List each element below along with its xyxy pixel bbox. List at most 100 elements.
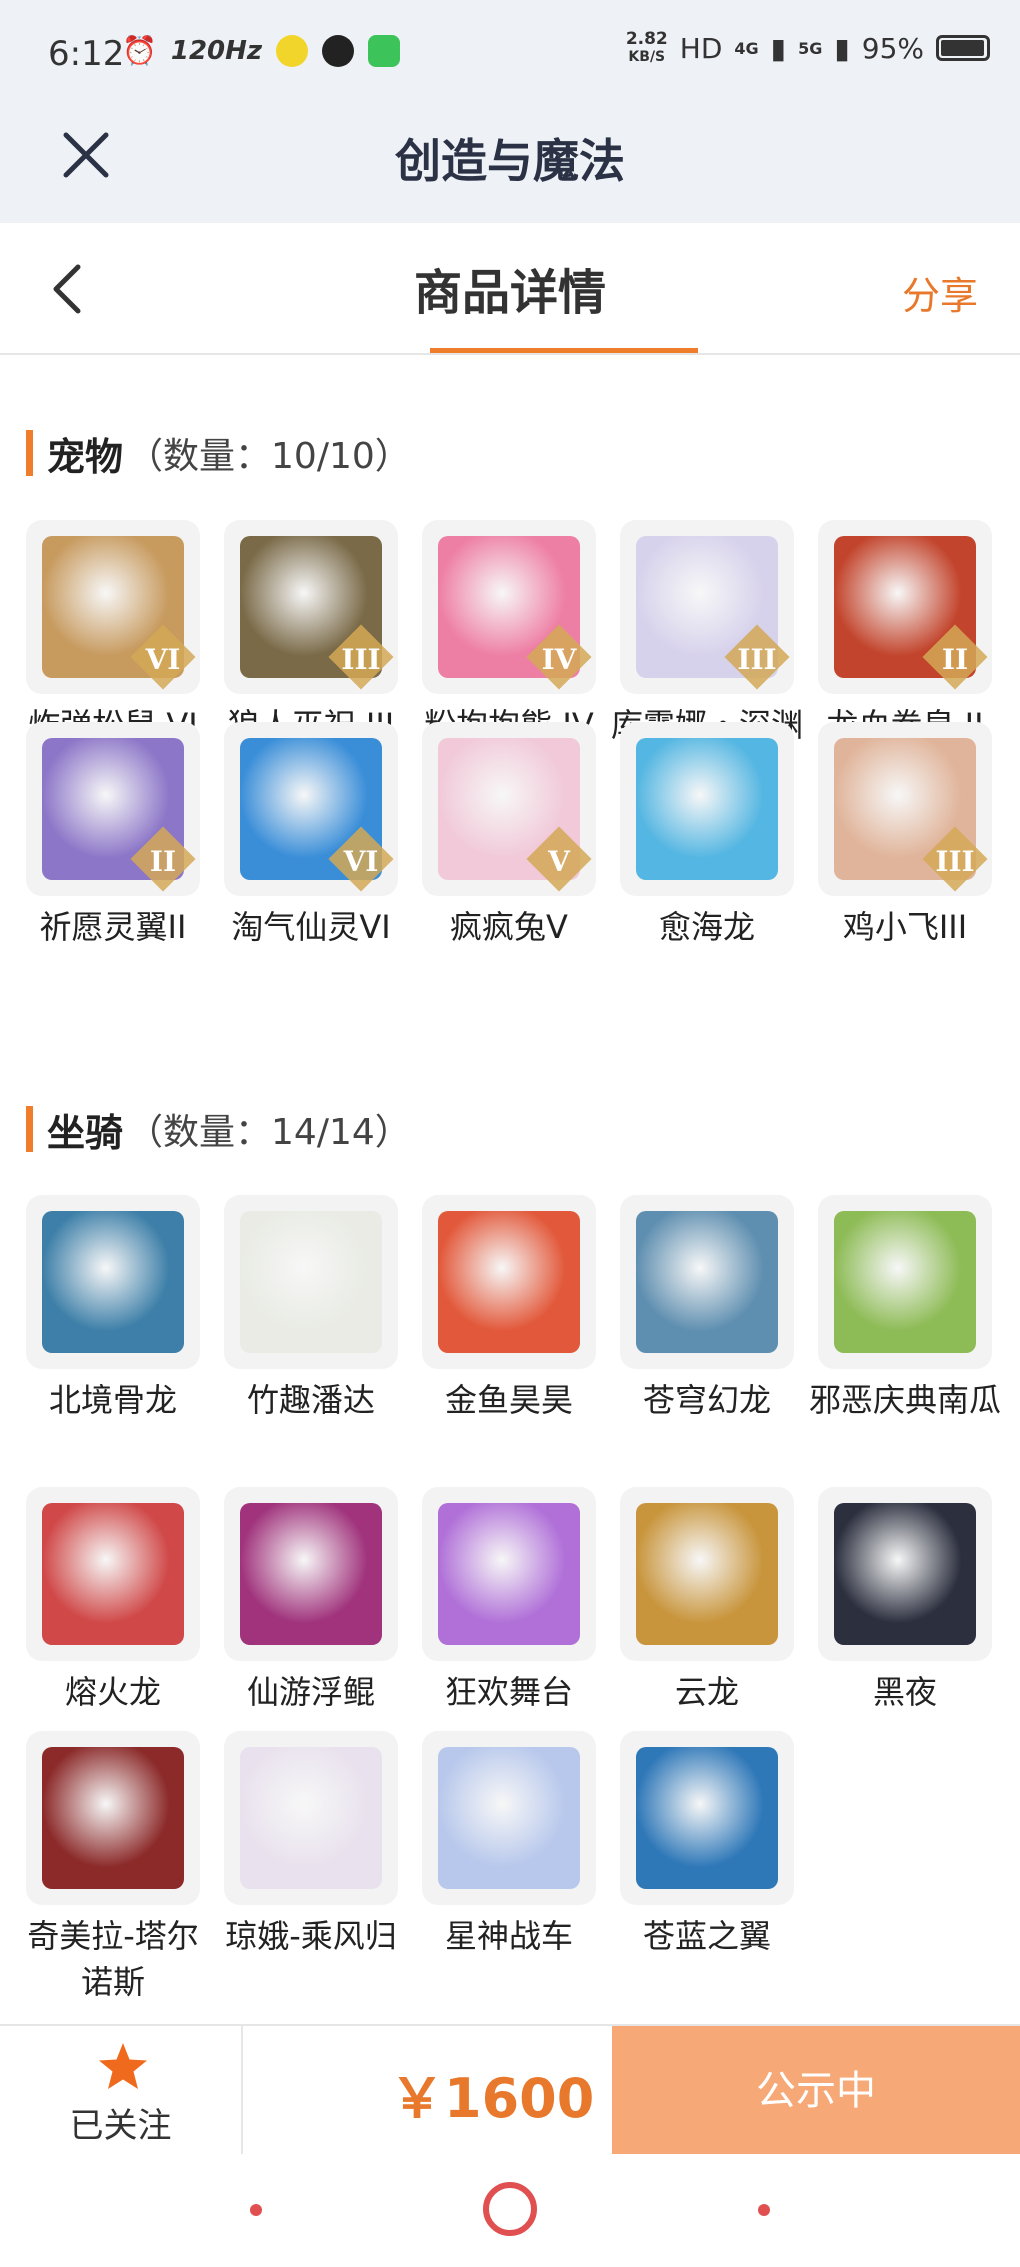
grid-item[interactable]: 狂欢舞台 [422,1487,596,1715]
star-icon [99,2043,147,2089]
status-time: 6:12 [48,34,125,74]
item-thumbnail [818,1195,992,1369]
grid-item[interactable]: 熔火龙 [26,1487,200,1715]
item-thumbnail [422,1731,596,1905]
item-name: 星神战车 [444,1917,573,1955]
share-button[interactable]: 分享 [902,265,978,320]
item-name: 苍蓝之翼 [642,1917,771,1955]
item-thumbnail: VI [26,520,200,694]
grid-item[interactable]: 苍穹幻龙 [620,1195,794,1423]
grid-item[interactable]: 星神战车 [422,1731,596,1959]
item-thumbnail [620,1487,794,1661]
music-app-icon [276,34,309,67]
app-title: 创造与魔法 [395,134,625,188]
qq-icon [322,34,355,67]
price: ￥1600 [390,2067,595,2130]
grid-item[interactable]: 金鱼昊昊 [422,1195,596,1423]
follow-button[interactable]: 已关注 [0,2026,243,2156]
grid-item[interactable]: 云龙 [620,1487,794,1715]
grid-item[interactable]: 愈海龙 [620,722,794,950]
section-marker [26,1106,33,1152]
page-title: 商品详情 [413,265,606,321]
grid-item[interactable]: III狼人巫祝 III [224,520,398,748]
item-name: 淘气仙灵VI [231,908,391,946]
status-bar: 6:12 ⏰ 120Hz 2.82 KB/S HD 4G ▮ 5G ▮ 95% [0,0,1020,105]
section-name: 宠物 [47,434,124,479]
alarm-icon: ⏰ [122,34,157,67]
item-thumbnail [620,1195,794,1369]
grid-item[interactable]: VI炸弹松鼠 VI [26,520,200,748]
network-speed: 2.82 KB/S [626,30,668,66]
item-image [438,1747,580,1889]
item-image [42,1747,184,1889]
grid-item[interactable]: 黑夜 [818,1487,992,1715]
refresh-rate: 120Hz [170,35,263,66]
item-thumbnail [26,1487,200,1661]
system-nav-bar [0,2154,1020,2267]
speed-value: 2.82 [625,29,668,49]
item-name: 竹趣潘达 [246,1381,375,1419]
item-thumbnail: II [818,520,992,694]
grid-item[interactable]: 仙游浮鲲 [224,1487,398,1715]
item-name: 琼娥-乘风归 [225,1917,397,1955]
item-name: 仙游浮鲲 [246,1673,375,1711]
nav-menu-button[interactable] [250,2204,262,2216]
grid-item[interactable]: II 祈愿灵翼II [26,722,200,950]
item-image [636,1747,778,1889]
section-marker [26,430,33,476]
grid-item[interactable]: 苍蓝之翼 [620,1731,794,1959]
nav-back-button[interactable] [758,2204,770,2216]
item-thumbnail: V [422,722,596,896]
item-thumbnail: III [620,520,794,694]
rank-label: IV [541,643,577,676]
hd-indicator: HD [679,31,723,65]
grid-item[interactable]: 琼娥-乘风归 [224,1731,398,1959]
item-image [240,1211,382,1353]
item-image [42,1503,184,1645]
status-button[interactable]: 公示中 [612,2026,1020,2156]
mounts-section-title: 坐骑 （数量：14/14） [26,1104,411,1155]
item-thumbnail [224,1731,398,1905]
item-thumbnail: VI [224,722,398,896]
rank-label: VI [343,845,379,878]
item-thumbnail [26,1731,200,1905]
rank-label: VI [145,643,181,676]
grid-item[interactable]: II龙血拳皇 II [818,520,992,748]
item-thumbnail: III [818,722,992,896]
grid-item[interactable]: V 疯疯兔V [422,722,596,950]
nav-home-button[interactable] [483,2182,537,2236]
grid-item[interactable]: 邪恶庆典南瓜 [809,1195,1001,1423]
grid-item[interactable]: IV粉抱抱熊 IV [422,520,596,748]
grid-item[interactable]: 奇美拉-塔尔诺斯 [26,1731,200,2005]
item-image [42,1211,184,1353]
net2-label: 5G [798,38,823,58]
grid-item[interactable]: VI 淘气仙灵VI [224,722,398,950]
status-right-icons: 2.82 KB/S HD 4G ▮ 5G ▮ 95% [626,30,990,66]
grid-item[interactable]: 北境骨龙 [26,1195,200,1423]
item-thumbnail [224,1487,398,1661]
item-image [636,738,778,880]
item-thumbnail: II [26,722,200,896]
item-name: 愈海龙 [658,908,755,946]
signal-icon: ▮ [770,31,787,65]
item-thumbnail [422,1487,596,1661]
wechat-icon [368,34,401,67]
rank-label: III [341,643,381,676]
rank-label: II [941,643,969,676]
item-name: 黑夜 [872,1673,937,1711]
rank-label: III [935,845,975,878]
rank-label: III [737,643,777,676]
item-name: 祈愿灵翼II [39,908,187,946]
item-image [636,1503,778,1645]
rank-label: II [149,845,177,878]
title-underline [430,348,698,353]
item-name: 狂欢舞台 [444,1673,573,1711]
item-image [636,1211,778,1353]
app-bar: 创造与魔法 [0,105,1020,223]
item-thumbnail [620,722,794,896]
grid-item[interactable]: III 鸡小飞III [818,722,992,950]
grid-item[interactable]: 竹趣潘达 [224,1195,398,1423]
item-image [834,1503,976,1645]
item-image [240,1747,382,1889]
item-image [438,1503,580,1645]
